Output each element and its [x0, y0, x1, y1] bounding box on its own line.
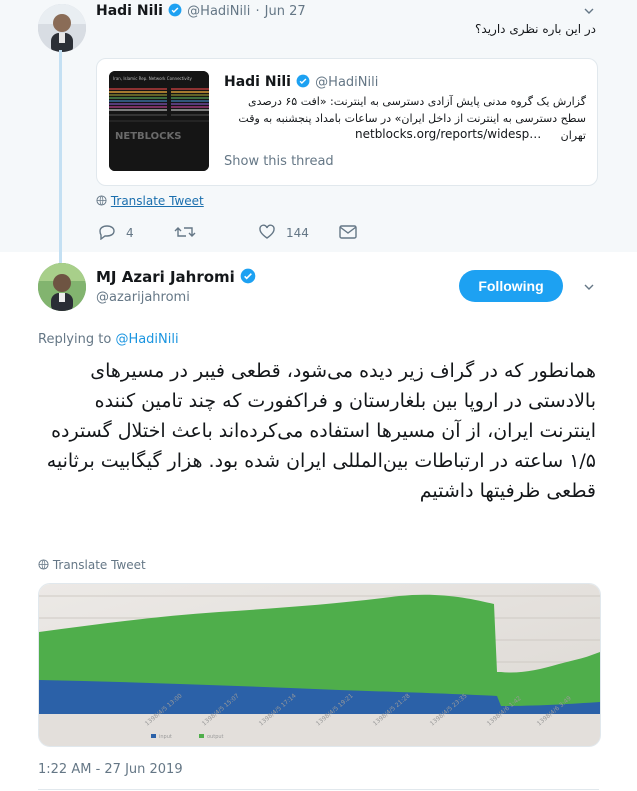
avatar-photo	[38, 4, 86, 52]
quoted-tweet[interactable]: Iran, Islamic Rep. Network Connectivity …	[96, 58, 598, 186]
parent-author-name[interactable]: Hadi Nili	[96, 3, 163, 19]
thread-connector-line	[59, 50, 62, 265]
globe-icon	[96, 195, 107, 206]
replying-to-handle[interactable]: @HadiNili	[115, 332, 178, 347]
svg-text:output: output	[207, 734, 224, 740]
following-button[interactable]: Following	[459, 270, 563, 302]
verified-badge-icon	[168, 3, 182, 17]
separator-dot: ·	[255, 4, 260, 19]
main-author-handle[interactable]: @azarijahromi	[96, 290, 190, 305]
globe-icon	[38, 559, 49, 570]
quoted-author-name[interactable]: Hadi Nili	[224, 74, 291, 90]
translate-tweet-link[interactable]: Translate Tweet	[111, 194, 204, 208]
retweet-icon[interactable]	[174, 224, 196, 240]
divider	[38, 789, 599, 790]
like-icon[interactable]	[258, 224, 276, 240]
verified-badge-icon	[240, 268, 256, 284]
attached-graph-photo[interactable]: 1398/4/5 13:00 1398/4/5 15:07 1398/4/5 1…	[38, 583, 601, 747]
quoted-link[interactable]: netblocks.org/reports/widesp…	[355, 127, 541, 141]
reply-icon[interactable]	[98, 224, 116, 240]
svg-text:input: input	[159, 734, 172, 740]
reply-count: 4	[126, 226, 134, 240]
quoted-author-handle[interactable]: @HadiNili	[315, 75, 378, 90]
chevron-down-icon[interactable]	[584, 282, 594, 292]
parent-tweet-text: در این باره نظری دارید؟	[475, 22, 596, 36]
svg-text:Iran, Islamic Rep. Network Con: Iran, Islamic Rep. Network Connectivity	[113, 76, 192, 81]
netblocks-graph-thumbnail: Iran, Islamic Rep. Network Connectivity …	[109, 71, 209, 171]
image-caption: NETBLOCKS	[115, 131, 181, 142]
show-thread-link[interactable]: Show this thread	[224, 154, 334, 169]
verified-badge-icon	[296, 74, 310, 88]
main-tweet-text: همانطور که در گراف زیر دیده می‌شود، قطعی…	[46, 360, 596, 502]
quoted-tweet-image[interactable]: Iran, Islamic Rep. Network Connectivity …	[109, 71, 209, 171]
parent-author-handle[interactable]: @HadiNili	[187, 4, 250, 19]
avatar-photo	[38, 263, 86, 311]
chevron-down-icon[interactable]	[584, 6, 594, 16]
replying-prefix: Replying to	[38, 332, 116, 347]
parent-date[interactable]: Jun 27	[265, 4, 306, 19]
parent-avatar[interactable]	[38, 4, 86, 52]
tweet-timestamp[interactable]: 1:22 AM - 27 Jun 2019	[38, 762, 183, 777]
main-author-name[interactable]: MJ Azari Jahromi	[96, 268, 235, 286]
traffic-graph-image: 1398/4/5 13:00 1398/4/5 15:07 1398/4/5 1…	[39, 584, 600, 746]
main-avatar[interactable]	[38, 263, 86, 311]
like-count: 144	[286, 226, 309, 240]
replying-to: Replying to @HadiNili	[38, 332, 179, 347]
parent-tweet[interactable]: Hadi Nili @HadiNili · Jun 27 در این باره…	[0, 0, 637, 252]
message-icon[interactable]	[339, 225, 357, 239]
translate-tweet-link[interactable]: Translate Tweet	[53, 558, 146, 572]
